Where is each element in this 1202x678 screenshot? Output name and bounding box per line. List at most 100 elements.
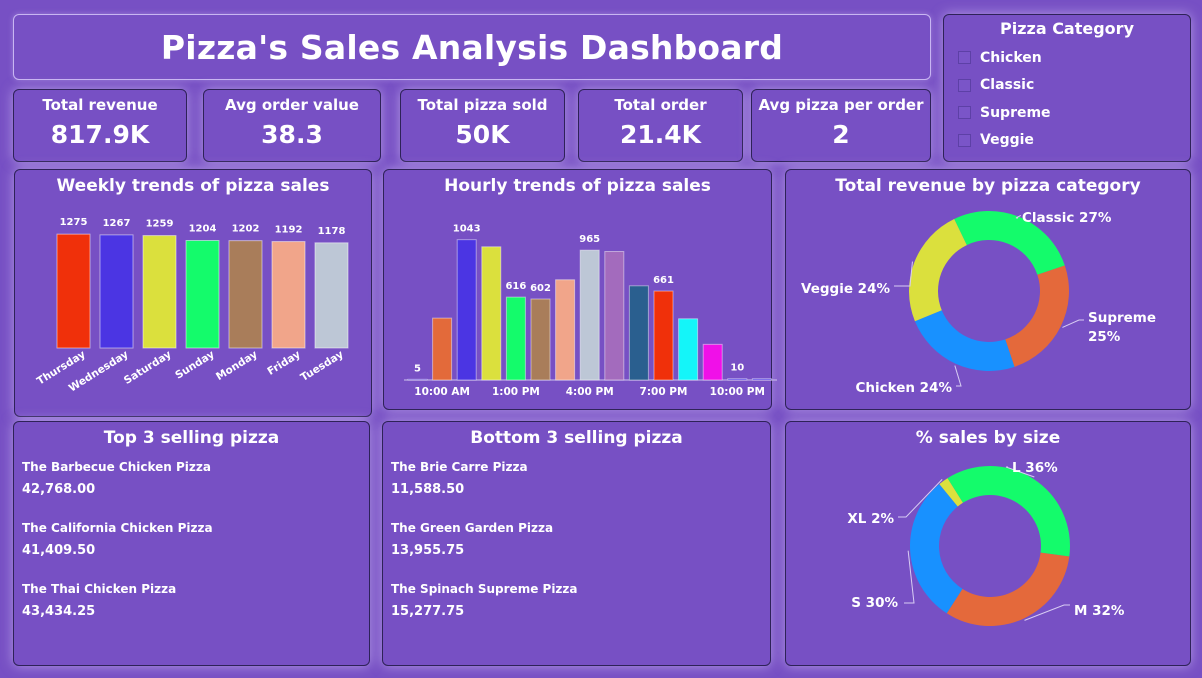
data-label: 1259: [146, 219, 174, 230]
pizza-name: The Thai Chicken Pizza: [22, 582, 177, 596]
card-title: Top 3 selling pizza: [103, 428, 280, 448]
checkbox[interactable]: [958, 78, 971, 92]
slice-label: L 36%: [1012, 460, 1058, 476]
bar[interactable]: [271, 241, 306, 349]
data-label: 616: [505, 281, 526, 292]
checkbox[interactable]: [958, 133, 971, 147]
bar[interactable]: [432, 317, 453, 381]
donut-slice[interactable]: [910, 484, 963, 614]
bar[interactable]: [99, 234, 134, 349]
bar[interactable]: [142, 235, 177, 349]
kpi-avg-pizza-per-order[interactable]: Avg pizza per order 2: [751, 89, 931, 162]
hourly-trends-svg: 5 1043 616 602 965 661 10 10:00 AM 1:00 PM 4:00 P…: [404, 224, 777, 398]
bar[interactable]: [456, 239, 477, 381]
bar[interactable]: [751, 378, 772, 381]
bar[interactable]: [579, 249, 600, 381]
pizza-value: 15,277.75: [391, 604, 465, 619]
x-tick-label: 10:00 PM: [710, 386, 765, 398]
slicer-option-label: Chicken: [980, 49, 1042, 66]
kpi-total-order[interactable]: Total order 21.4K: [578, 89, 743, 162]
data-label: 602: [530, 283, 551, 294]
kpi-label: Total revenue: [42, 96, 158, 114]
weekly-trends-chart[interactable]: Weekly trends of pizza sales 1275 Thursda…: [14, 169, 372, 417]
x-tick-label: 7:00 PM: [640, 386, 688, 398]
slicer-option-supreme[interactable]: Supreme: [958, 99, 1176, 127]
bar[interactable]: [702, 343, 723, 381]
leader-line: [954, 365, 962, 387]
revenue-by-category-svg: Classic 27% Supreme 25% Chicken 24% Veggie 2…: [801, 210, 1156, 396]
revenue-by-category-chart[interactable]: Total revenue by pizza category Classic …: [785, 169, 1191, 410]
bar[interactable]: [407, 378, 428, 381]
x-tick-label: Sunday: [173, 348, 216, 381]
list-item: The Barbecue Chicken Pizza 42,768.00: [22, 460, 361, 519]
pizza-name: The Green Garden Pizza: [391, 521, 554, 535]
slice-label: Classic 27%: [1022, 210, 1112, 226]
slice-label: Chicken 24%: [855, 380, 952, 396]
bar[interactable]: [653, 290, 674, 381]
x-tick-label: Tuesday: [299, 348, 346, 384]
page-title: Pizza's Sales Analysis Dashboard: [160, 27, 784, 67]
pizza-category-slicer[interactable]: Pizza Category Chicken Classic Supreme V…: [943, 14, 1191, 162]
x-tick-label: Friday: [265, 348, 302, 378]
donut-slice[interactable]: [946, 552, 1070, 626]
bar[interactable]: [530, 298, 551, 381]
bar[interactable]: [185, 240, 220, 349]
data-label: 1275: [60, 217, 88, 228]
kpi-label: Avg pizza per order: [758, 96, 924, 114]
x-tick-label: 10:00 AM: [414, 386, 470, 398]
kpi-avg-order-value[interactable]: Avg order value 38.3: [203, 89, 381, 162]
pizza-name: The Spinach Supreme Pizza: [391, 582, 578, 596]
bar[interactable]: [727, 378, 748, 381]
donut-slice[interactable]: [947, 466, 1070, 557]
kpi-value: 817.9K: [50, 120, 150, 149]
top-3-list: The Barbecue Chicken Pizza 42,768.00 The…: [22, 458, 361, 641]
dashboard-title-card: Pizza's Sales Analysis Dashboard: [13, 14, 931, 80]
bottom-3-list: The Brie Carre Pizza 11,588.50 The Green…: [391, 458, 762, 641]
bar[interactable]: [628, 285, 649, 381]
donut-slice[interactable]: [909, 218, 967, 322]
leader-line: [1062, 319, 1084, 328]
slice-label: 25%: [1088, 329, 1121, 345]
data-label: 1267: [103, 218, 131, 229]
card-title: Bottom 3 selling pizza: [470, 428, 683, 448]
data-label: 661: [653, 275, 674, 286]
slicer-option-veggie[interactable]: Veggie: [958, 127, 1176, 155]
kpi-value: 38.3: [261, 120, 323, 149]
bar[interactable]: [505, 296, 526, 381]
x-tick-label: 4:00 PM: [566, 386, 614, 398]
slicer-option-classic[interactable]: Classic: [958, 72, 1176, 100]
bar[interactable]: [555, 279, 576, 381]
data-label: 1192: [275, 225, 303, 236]
checkbox[interactable]: [958, 51, 971, 65]
pizza-name: The California Chicken Pizza: [22, 521, 213, 535]
bar[interactable]: [314, 242, 349, 349]
slicer-option-chicken[interactable]: Chicken: [958, 44, 1176, 72]
kpi-label: Avg order value: [225, 96, 359, 114]
bar[interactable]: [228, 240, 263, 349]
bar[interactable]: [678, 318, 699, 381]
kpi-total-revenue[interactable]: Total revenue 817.9K: [13, 89, 187, 162]
slice-label: M 32%: [1074, 603, 1125, 619]
data-label: 10: [730, 363, 744, 374]
sales-by-size-chart[interactable]: % sales by size L 36% M 32% S 30% XL 2%: [785, 421, 1191, 666]
slicer-option-label: Veggie: [980, 132, 1034, 149]
top-3-selling-card: Top 3 selling pizza The Barbecue Chicken…: [13, 421, 370, 666]
pizza-value: 41,409.50: [22, 543, 96, 558]
bar[interactable]: [604, 251, 625, 381]
kpi-total-pizza-sold[interactable]: Total pizza sold 50K: [400, 89, 565, 162]
hourly-trends-chart[interactable]: Hourly trends of pizza sales 5 1043 616 602…: [383, 169, 777, 410]
pizza-value: 42,768.00: [22, 482, 96, 497]
slice-label: Supreme: [1088, 310, 1156, 326]
x-tick-label: 1:00 PM: [492, 386, 540, 398]
bar[interactable]: [56, 233, 91, 349]
pizza-value: 13,955.75: [391, 543, 465, 558]
slicer-option-label: Supreme: [980, 104, 1051, 121]
checkbox[interactable]: [958, 106, 971, 120]
data-label: 1178: [318, 226, 346, 237]
kpi-value: 21.4K: [619, 120, 702, 149]
donut-slice[interactable]: [914, 310, 1015, 371]
slice-label: Veggie 24%: [801, 281, 890, 297]
bar[interactable]: [481, 246, 502, 381]
pizza-name: The Brie Carre Pizza: [391, 460, 528, 474]
donut-slice[interactable]: [1005, 265, 1069, 367]
